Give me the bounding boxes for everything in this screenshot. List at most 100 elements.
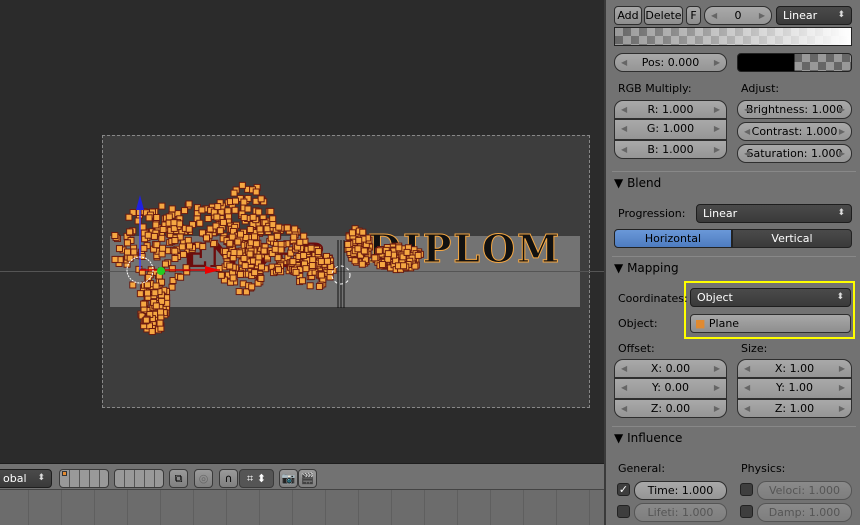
snap-target-icon[interactable]: ⌗ ⬍	[239, 469, 274, 488]
damp-field[interactable]: Damp: 1.000	[757, 503, 852, 522]
particle	[308, 261, 316, 269]
ramp-add-button[interactable]: Add	[614, 6, 642, 25]
3d-viewport[interactable]: ENDER DIPLOM	[0, 0, 604, 463]
progression-dropdown[interactable]: Linear ⬍	[696, 204, 852, 223]
particle	[296, 238, 304, 246]
r-field[interactable]: ◀ R: 1.000 ▶	[614, 100, 727, 119]
influence-panel-header[interactable]: ▼ Influence	[614, 431, 682, 445]
general-label: General:	[618, 462, 666, 475]
offset-x-field[interactable]: ◀ X: 0.00 ▶	[614, 359, 727, 378]
ramp-flip-button[interactable]: F	[686, 6, 701, 25]
damp-checkbox[interactable]	[740, 505, 753, 518]
z-arrow-icon[interactable]	[136, 195, 144, 210]
ramp-delete-button[interactable]: Delete	[644, 6, 683, 25]
particle	[257, 274, 265, 282]
particle	[256, 225, 264, 233]
particle	[251, 233, 259, 241]
contrast-field[interactable]: ◀ Contrast: 1.000 ▶	[737, 122, 852, 141]
particle	[111, 231, 119, 239]
updown-icon: ⬍	[37, 473, 45, 483]
particle	[292, 268, 300, 276]
particle	[235, 288, 243, 296]
3d-cursor	[331, 240, 351, 308]
particle	[231, 206, 239, 214]
color-ramp-bar[interactable]	[614, 27, 852, 46]
progression-label: Progression:	[618, 207, 686, 220]
particle	[289, 258, 297, 266]
layer-grid-1[interactable]	[59, 469, 109, 488]
particle	[275, 223, 283, 231]
proportional-edit-icon[interactable]: ◎	[194, 469, 213, 488]
ramp-color-swatch[interactable]	[737, 53, 852, 72]
render-animation-icon[interactable]: 🎬	[298, 469, 317, 488]
brightness-field[interactable]: ◀ Brightness: 1.000 ▶	[737, 100, 852, 119]
particle	[359, 228, 367, 236]
particle	[275, 266, 283, 274]
particle	[371, 254, 379, 262]
timeline[interactable]	[0, 490, 604, 525]
y-handle-icon[interactable]	[157, 267, 165, 275]
particle	[300, 232, 308, 240]
ramp-interpolation-dropdown[interactable]: Linear ⬍	[776, 6, 852, 25]
ramp-pos-field[interactable]: ◀ Pos: 0.000 ▶	[614, 53, 727, 72]
saturation-field[interactable]: ◀ Saturation: 1.000 ▶	[737, 144, 852, 163]
physics-label: Physics:	[741, 462, 786, 475]
particle	[358, 260, 366, 268]
g-field[interactable]: ◀ G: 1.000 ▶	[614, 119, 727, 140]
velocity-checkbox[interactable]	[740, 483, 753, 496]
particle	[277, 246, 285, 254]
render-icon[interactable]: 📷	[279, 469, 298, 488]
transform-gizmo[interactable]	[125, 190, 225, 300]
properties-panel: Add Delete F ◀ 0 ▶ Linear ⬍ ◀ Pos: 0.000 ▶ RG…	[604, 0, 860, 525]
lifetime-field[interactable]: Lifeti: 1.000	[634, 503, 727, 522]
particle	[240, 198, 248, 206]
particle	[236, 270, 244, 278]
particle	[230, 189, 238, 197]
particle	[307, 244, 315, 252]
particle	[230, 248, 238, 256]
particle-cloud	[111, 181, 424, 336]
particle	[300, 252, 308, 260]
coordinates-dropdown[interactable]: Object ⬍	[690, 288, 851, 307]
particle	[226, 239, 234, 247]
layer-grid-2[interactable]	[114, 469, 164, 488]
particle	[269, 215, 277, 223]
particle	[414, 251, 422, 259]
particle	[274, 254, 282, 262]
active-layer-icon	[62, 471, 67, 476]
particle	[246, 226, 254, 234]
vertical-button[interactable]: Vertical	[732, 229, 852, 248]
particle	[251, 269, 259, 277]
time-field[interactable]: Time: 1.000	[634, 481, 727, 500]
particle	[115, 245, 123, 253]
horizontal-button[interactable]: Horizontal	[614, 229, 732, 248]
coordinates-label: Coordinates:	[618, 292, 688, 305]
time-checkbox[interactable]: ✓	[617, 483, 630, 496]
viewport-header: obal ⬍ ⧉ ◎ ∩ ⌗ ⬍ 📷 🎬	[0, 463, 604, 490]
b-field[interactable]: ◀ B: 1.000 ▶	[614, 140, 727, 159]
particle	[263, 225, 271, 233]
size-x-field[interactable]: ◀ X: 1.00 ▶	[737, 359, 852, 378]
size-z-field[interactable]: ◀ Z: 1.00 ▶	[737, 399, 852, 418]
ramp-index-field[interactable]: ◀ 0 ▶	[704, 6, 772, 25]
snap-magnet-icon[interactable]: ∩	[219, 469, 238, 488]
particle	[257, 195, 265, 203]
blend-panel-header[interactable]: ▼ Blend	[614, 176, 661, 190]
particle	[148, 328, 156, 336]
particle	[248, 283, 256, 291]
transform-orientation-dropdown[interactable]: obal ⬍	[0, 469, 52, 488]
particle	[384, 250, 392, 258]
size-y-field[interactable]: ◀ Y: 1.00 ▶	[737, 378, 852, 399]
velocity-field[interactable]: Veloci: 1.000	[757, 481, 852, 500]
lifetime-checkbox[interactable]	[617, 505, 630, 518]
object-field[interactable]: ■ Plane	[690, 314, 851, 333]
x-arrow-icon[interactable]	[205, 266, 220, 274]
particle	[302, 265, 310, 273]
lock-camera-icon[interactable]: ⧉	[169, 469, 188, 488]
mapping-panel-header[interactable]: ▼ Mapping	[614, 261, 679, 275]
particle	[375, 247, 383, 255]
offset-z-field[interactable]: ◀ Z: 0.00 ▶	[614, 399, 727, 418]
particle	[244, 205, 252, 213]
offset-y-field[interactable]: ◀ Y: 0.00 ▶	[614, 378, 727, 399]
particle	[395, 244, 403, 252]
